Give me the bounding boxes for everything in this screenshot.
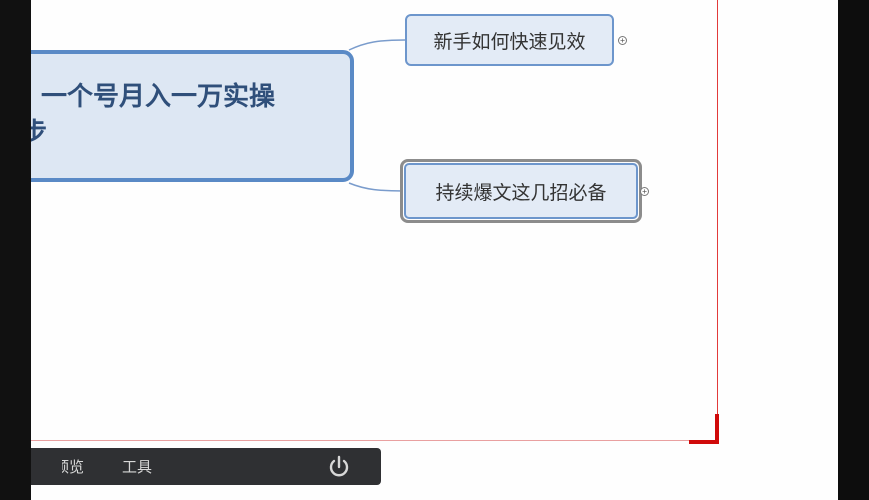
central-topic-text: 一个号月入一万实操 步 bbox=[31, 79, 345, 151]
subtopic-node-2[interactable]: 持续爆文这几招必备 bbox=[404, 163, 638, 219]
right-letterbox bbox=[838, 0, 869, 500]
bottom-toolbar: 预览 工具 bbox=[31, 448, 381, 485]
screen: 一个号月入一万实操 步 新手如何快速见效 + 持续爆文这几招必备 + 预览 工具 bbox=[0, 0, 869, 500]
expand-plus-icon[interactable]: + bbox=[640, 187, 649, 196]
subtopic-label-2: 持续爆文这几招必备 bbox=[435, 181, 607, 204]
expand-plus-icon[interactable]: + bbox=[618, 36, 627, 45]
mindmap-canvas[interactable]: 一个号月入一万实操 步 新手如何快速见效 + 持续爆文这几招必备 + 预览 工具 bbox=[31, 0, 838, 500]
subtopic-node-1[interactable]: 新手如何快速见效 bbox=[405, 14, 614, 66]
subtopic-label-1: 新手如何快速见效 bbox=[433, 30, 586, 53]
central-topic-line-2: 步 bbox=[31, 118, 48, 148]
tools-button[interactable]: 工具 bbox=[122, 457, 152, 477]
connector-line-topic-2 bbox=[348, 182, 405, 192]
connector-line-topic-1 bbox=[348, 39, 406, 51]
page-boundary-bottom bbox=[31, 440, 718, 441]
central-topic-node[interactable]: 一个号月入一万实操 步 bbox=[31, 50, 354, 182]
page-boundary-right bbox=[717, 0, 718, 441]
central-topic-line-1: 一个号月入一万实操 bbox=[41, 82, 276, 112]
left-letterbox bbox=[0, 0, 31, 500]
preview-button[interactable]: 预览 bbox=[62, 457, 84, 477]
power-icon[interactable] bbox=[326, 454, 352, 480]
page-corner-marker bbox=[689, 414, 719, 444]
